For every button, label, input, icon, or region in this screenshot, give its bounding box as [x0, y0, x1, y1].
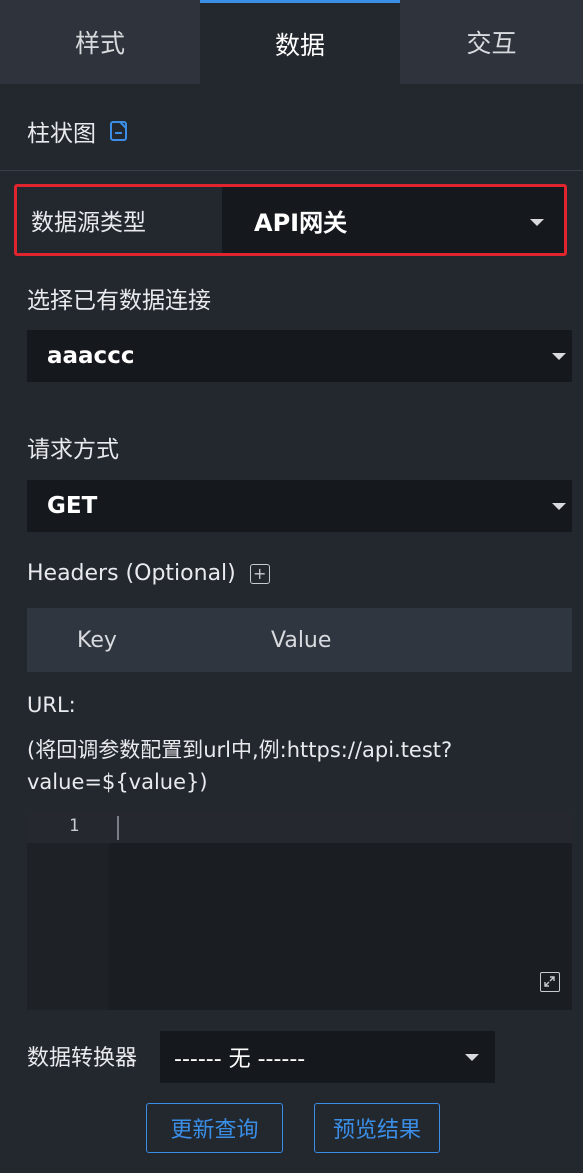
converter-value: ------ 无 ------ — [174, 1047, 306, 1072]
section-divider — [0, 170, 583, 171]
connection-value: aaaccc — [47, 343, 135, 369]
connection-label: 选择已有数据连接 — [27, 288, 211, 314]
document-icon[interactable] — [108, 120, 130, 142]
headers-row: Headers (Optional) + — [27, 561, 270, 586]
url-hint: (将回调参数配置到url中,例:https://api.test?value=$… — [27, 738, 453, 794]
tab-style[interactable]: 样式 — [0, 0, 200, 84]
data-source-type-select[interactable]: API网关 — [222, 187, 564, 253]
chevron-down-icon[interactable] — [552, 353, 566, 360]
url-label: URL: — [27, 693, 76, 717]
column-header-value: Value — [271, 627, 332, 653]
text-cursor — [117, 816, 119, 840]
line-number: 1 — [69, 816, 80, 836]
request-method-value: GET — [47, 493, 98, 519]
data-source-type-label: 数据源类型 — [17, 187, 222, 253]
data-source-type-row[interactable]: 数据源类型 API网关 — [14, 184, 567, 256]
url-code-editor[interactable]: 1 — [27, 812, 572, 1010]
converter-select[interactable]: ------ 无 ------ — [160, 1031, 495, 1083]
headers-table-header: Key Value — [27, 608, 572, 672]
converter-label: 数据转换器 — [27, 1046, 138, 1071]
chevron-down-icon[interactable] — [552, 503, 566, 510]
request-method-label: 请求方式 — [27, 437, 119, 463]
request-method-select[interactable]: GET — [27, 480, 572, 532]
update-query-button[interactable]: 更新查询 — [146, 1103, 283, 1153]
chevron-down-icon[interactable] — [530, 219, 544, 226]
column-header-key: Key — [77, 627, 117, 653]
component-title-row: 柱状图 — [27, 114, 130, 148]
tab-data[interactable]: 数据 — [200, 0, 400, 84]
connection-select[interactable]: aaaccc — [27, 330, 572, 382]
component-title: 柱状图 — [27, 121, 96, 147]
editor-active-line — [27, 812, 572, 843]
chevron-down-icon[interactable] — [465, 1054, 479, 1061]
expand-icon[interactable] — [540, 972, 560, 992]
preview-result-button[interactable]: 预览结果 — [314, 1103, 440, 1153]
tab-bar: 样式 数据 交互 — [0, 0, 583, 84]
headers-label: Headers (Optional) — [27, 561, 236, 586]
tab-interaction[interactable]: 交互 — [400, 0, 583, 84]
add-header-icon[interactable]: + — [249, 563, 270, 584]
